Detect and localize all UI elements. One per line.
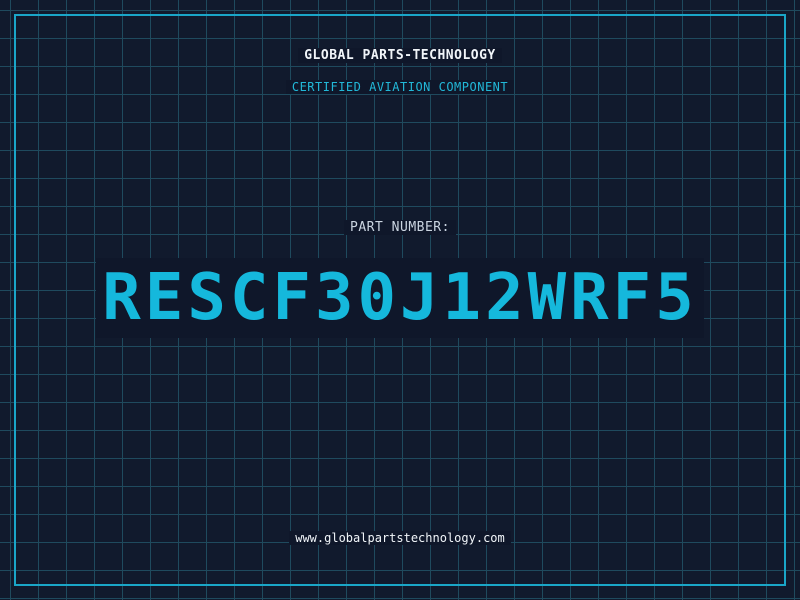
- part-number-container: RESCF30J12WRF5: [0, 258, 800, 338]
- part-number-label: PART NUMBER:: [344, 220, 456, 235]
- part-number: RESCF30J12WRF5: [96, 258, 704, 338]
- part-label-container: PART NUMBER:: [0, 220, 800, 235]
- company-name: GLOBAL PARTS-TECHNOLOGY: [298, 48, 502, 63]
- subtitle: CERTIFIED AVIATION COMPONENT: [285, 80, 515, 94]
- website-container: www.globalpartstechnology.com: [0, 531, 800, 545]
- company-name-container: GLOBAL PARTS-TECHNOLOGY: [0, 48, 800, 63]
- website-url: www.globalpartstechnology.com: [289, 531, 511, 545]
- subtitle-container: CERTIFIED AVIATION COMPONENT: [0, 80, 800, 94]
